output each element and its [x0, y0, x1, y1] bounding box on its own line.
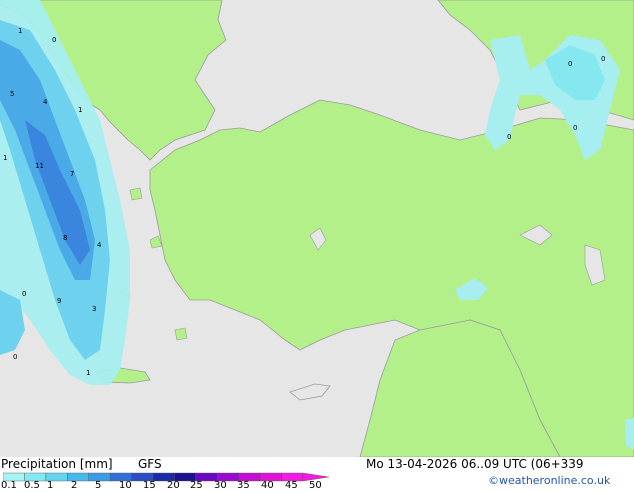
- map-label: 9: [57, 297, 61, 305]
- legend-tick-label: 25: [190, 480, 203, 491]
- map-label: 0: [568, 60, 572, 68]
- legend-tick-label: 0.5: [24, 480, 40, 491]
- legend-tick-label: 30: [214, 480, 227, 491]
- map-label: 1: [78, 106, 82, 114]
- legend-tick-label: 0.1: [1, 480, 17, 491]
- legend-tick-label: 5: [95, 480, 102, 491]
- map-label: 8: [63, 234, 67, 242]
- valid-time: Mo 13-04-2026 06..09 UTC (06+339: [366, 457, 584, 471]
- land-island-4: [174, 327, 188, 341]
- map-label: 4: [43, 98, 48, 106]
- map-label: 0: [573, 124, 577, 132]
- map-label: 7: [70, 170, 74, 178]
- map-label: 1: [3, 154, 7, 162]
- credit: ©weatheronline.co.uk: [488, 474, 611, 487]
- legend-tick-label: 10: [119, 480, 132, 491]
- land-island-1: [129, 187, 143, 201]
- map-label: 1: [18, 27, 22, 35]
- map-label: 4: [97, 241, 102, 249]
- legend-tick-label: 15: [143, 480, 156, 491]
- precip-se-light: [625, 418, 634, 450]
- footer: Precipitation [mm] GFS Mo 13-04-2026 06.…: [0, 457, 634, 491]
- legend-tick-label: 2: [71, 480, 78, 491]
- map-label: 0: [52, 36, 56, 44]
- model-name: GFS: [138, 457, 162, 471]
- legend-tick-label: 40: [261, 480, 274, 491]
- map-label: 1: [86, 369, 90, 377]
- legend-tick-label: 50: [309, 480, 322, 491]
- precipitation-map: 1 0 5 4 1 1 11 7 8 4 0 9 3 0 1 0 0 0 0: [0, 0, 634, 458]
- map-label: 0: [22, 290, 26, 298]
- chart-title: Precipitation [mm]: [1, 457, 113, 471]
- legend-tick-label: 45: [285, 480, 298, 491]
- map-label: 5: [10, 90, 14, 98]
- map-label: 0: [507, 133, 511, 141]
- map-label: 3: [92, 305, 96, 313]
- legend-tick-label: 20: [167, 480, 180, 491]
- legend-tick-label: 1: [47, 480, 54, 491]
- map-label: 0: [13, 353, 17, 361]
- map-label: 0: [601, 55, 605, 63]
- map-label: 11: [35, 162, 44, 170]
- legend-tick-label: 35: [237, 480, 250, 491]
